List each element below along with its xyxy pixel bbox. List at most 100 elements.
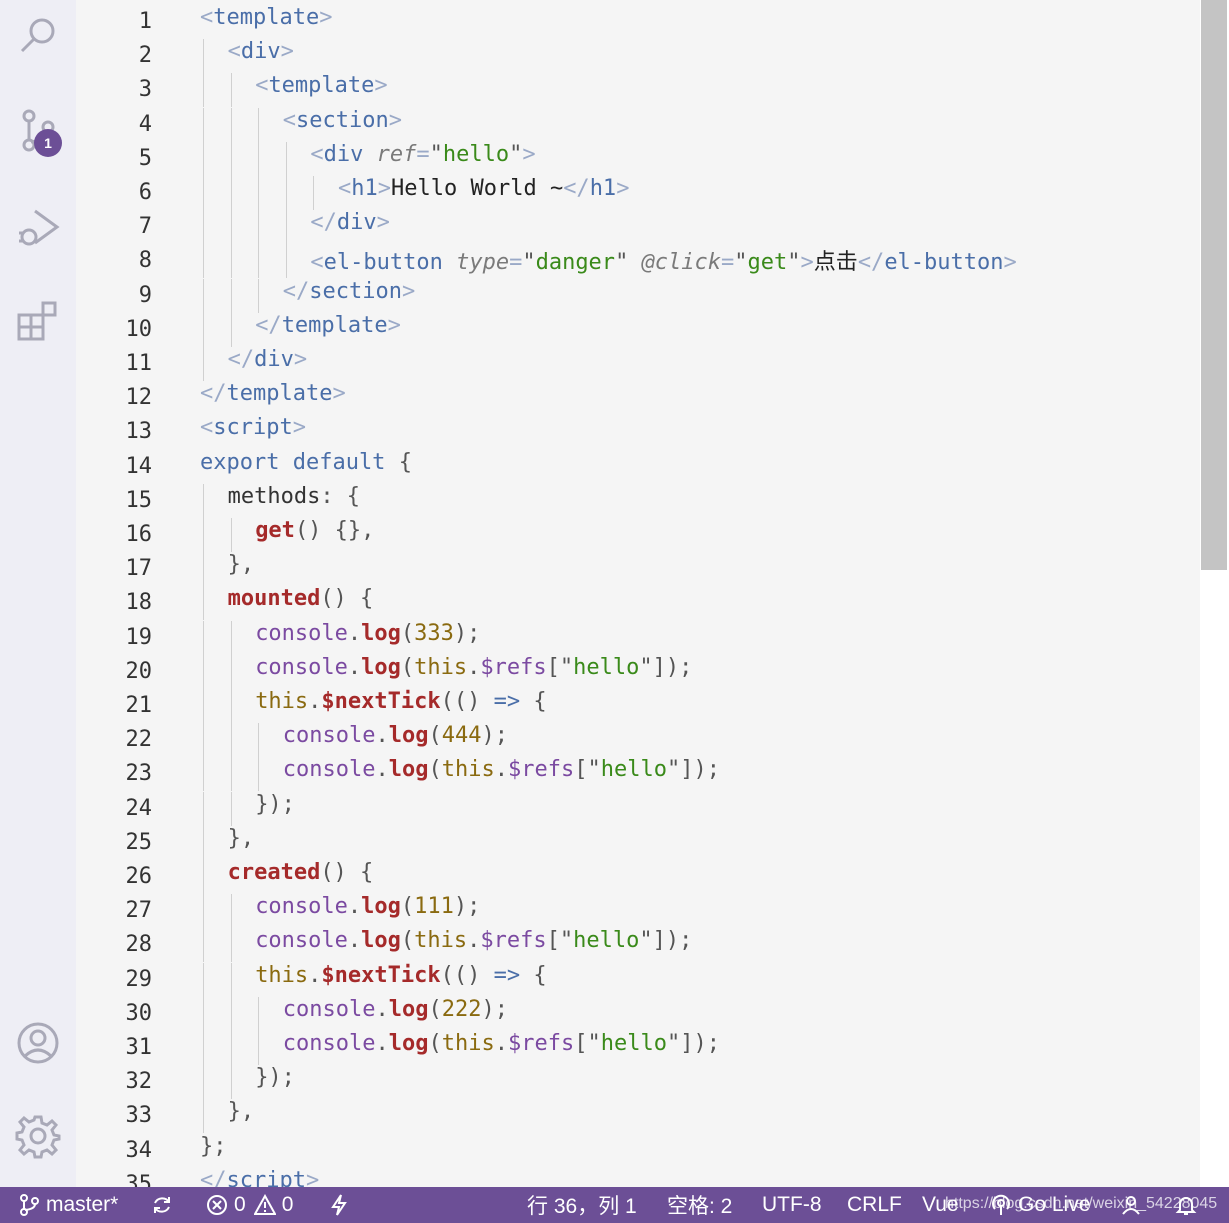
lightning-button[interactable] <box>328 1187 356 1223</box>
code-token: get <box>255 518 295 543</box>
indent-guide <box>258 244 260 279</box>
code-token: { <box>398 449 412 475</box>
code-token: > <box>402 278 416 304</box>
code-editor[interactable]: 1 2 3 4 5 6 7 8 9 10 11 12 13 14 15 16 17 18 19 20 21 22 23 24 2… <box>76 0 1200 1187</box>
indent-guide <box>230 723 232 758</box>
code-token: 333 <box>414 620 454 646</box>
indent-guide <box>203 860 204 894</box>
gear-icon[interactable] <box>0 1104 76 1168</box>
indent-guide <box>285 141 287 176</box>
code-token: > <box>800 250 814 276</box>
indent-guide <box>203 723 204 758</box>
code-token: methods <box>227 483 321 509</box>
code-line[interactable]: console.log(222); <box>283 997 508 1031</box>
code-line[interactable]: <template> <box>200 5 332 39</box>
code-line[interactable]: get() {}, <box>255 518 374 552</box>
extensions-icon[interactable] <box>0 288 76 352</box>
line-number: 18 <box>125 590 153 616</box>
indent-guide <box>230 996 232 1031</box>
code-line[interactable]: <el-button type="danger" @click="get">点击… <box>310 244 1016 278</box>
vertical-scrollbar[interactable] <box>1200 0 1229 1187</box>
code-line[interactable]: }, <box>228 1099 255 1133</box>
indent-guide <box>203 962 204 997</box>
problems-indicator[interactable]: 0 0 <box>206 1187 293 1223</box>
code-line[interactable]: <template> <box>255 73 387 107</box>
indent-guide <box>230 1031 232 1065</box>
code-token: log <box>361 928 401 954</box>
code-token: type <box>456 250 510 276</box>
line-ending[interactable]: CRLF <box>847 1187 902 1223</box>
code-line[interactable]: }); <box>255 792 295 826</box>
encoding[interactable]: UTF-8 <box>762 1187 822 1223</box>
code-token: hello <box>442 141 510 167</box>
code-line[interactable]: <section> <box>283 108 402 142</box>
code-token: </ <box>282 278 310 304</box>
code-line[interactable]: export default { <box>200 450 412 484</box>
code-line[interactable]: this.$nextTick(() => { <box>255 963 546 997</box>
search-icon[interactable] <box>0 4 76 68</box>
code-line[interactable]: methods: { <box>228 484 360 518</box>
indentation[interactable]: 空格: 2 <box>667 1187 732 1223</box>
warning-icon <box>253 1194 276 1215</box>
line-number: 6 <box>138 180 152 205</box>
line-number: 31 <box>125 1035 153 1060</box>
code-token: . <box>494 757 508 783</box>
code-line[interactable]: </template> <box>255 313 401 347</box>
code-line[interactable]: }; <box>200 1134 227 1168</box>
sync-icon <box>154 1197 170 1213</box>
code-line[interactable]: <div ref="hello"> <box>310 142 535 176</box>
code-line[interactable]: mounted() { <box>228 586 374 620</box>
code-line[interactable]: created() { <box>228 860 374 894</box>
code-token: this <box>414 928 468 954</box>
code-token: : { <box>320 483 361 509</box>
code-line[interactable]: </div> <box>310 210 390 244</box>
code-line[interactable]: <script> <box>200 415 306 449</box>
code-token: ); <box>481 996 509 1022</box>
code-token: (() <box>440 689 494 714</box>
code-line[interactable]: }, <box>228 552 255 586</box>
line-number: 19 <box>125 624 153 650</box>
code-line[interactable]: <h1>Hello World ~</h1> <box>338 176 629 210</box>
error-count: 0 <box>234 1193 246 1216</box>
account-icon[interactable] <box>0 1011 76 1075</box>
run-debug-icon[interactable] <box>0 194 76 258</box>
code-line[interactable]: console.log(this.$refs["hello"]); <box>255 655 692 689</box>
code-line[interactable]: </section> <box>283 279 415 313</box>
code-line[interactable]: }, <box>228 826 255 860</box>
code-token: div <box>323 141 377 167</box>
code-line[interactable]: console.log(111); <box>255 894 480 928</box>
code-line[interactable]: console.log(this.$refs["hello"]); <box>255 928 692 962</box>
sync-button[interactable] <box>151 1187 179 1223</box>
branch-indicator[interactable]: master* <box>18 1187 118 1223</box>
code-token: template <box>226 381 333 407</box>
code-line[interactable]: </script> <box>200 1168 319 1187</box>
code-line[interactable]: console.log(444); <box>283 723 508 757</box>
scroll-thumb[interactable] <box>1201 0 1227 570</box>
code-line[interactable]: console.log(this.$refs["hello"]); <box>283 1031 720 1065</box>
code-line[interactable]: </template> <box>200 381 346 415</box>
indent-guide <box>203 654 204 689</box>
indent-guide <box>203 825 204 860</box>
indent-guide <box>230 1065 232 1100</box>
code-token: > <box>332 381 346 407</box>
indent-guide <box>203 176 204 210</box>
code-line[interactable]: this.$nextTick(() => { <box>255 689 546 723</box>
cursor-position[interactable]: 行 36，列 1 <box>527 1187 637 1223</box>
code-line[interactable]: console.log(this.$refs["hello"]); <box>283 757 720 791</box>
code-token: { <box>520 689 547 714</box>
code-token: 222 <box>441 996 482 1022</box>
code-line[interactable]: console.log(333); <box>255 621 480 655</box>
code-line[interactable]: </div> <box>228 347 308 381</box>
source-control-icon[interactable]: 1 <box>0 98 76 162</box>
code-token: }, <box>227 825 255 851</box>
code-token: < <box>282 107 297 133</box>
code-line[interactable]: <div> <box>228 39 294 73</box>
code-token: . <box>467 654 481 680</box>
code-token: < <box>310 141 324 167</box>
code-token: $nextTick <box>321 689 441 714</box>
code-token: < <box>338 176 352 201</box>
code-line[interactable]: }); <box>255 1065 295 1099</box>
indent-guide <box>203 552 204 587</box>
line-number: 32 <box>125 1069 153 1095</box>
code-token: { <box>520 962 547 988</box>
